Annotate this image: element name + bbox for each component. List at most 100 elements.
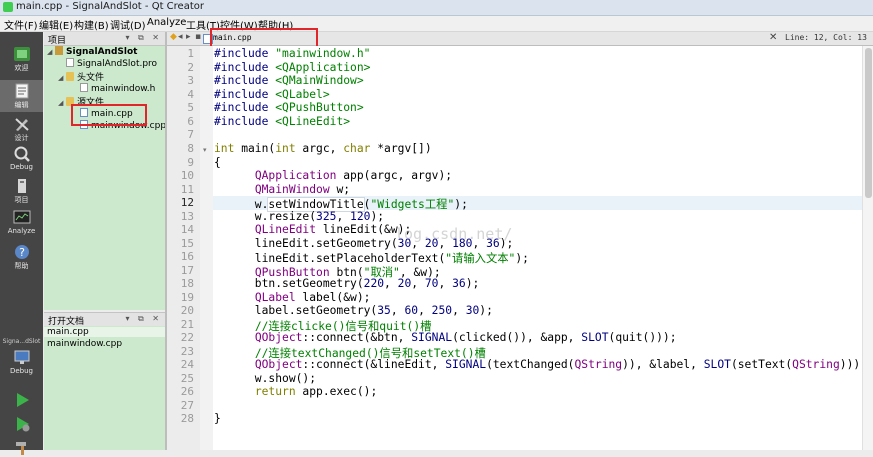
mode-debug[interactable]: Debug bbox=[0, 146, 43, 171]
line-number: 15 bbox=[180, 237, 194, 250]
mode-edit-label: 编辑 bbox=[14, 101, 29, 109]
line-number: 13 bbox=[180, 210, 194, 223]
code-line: w.resize(325, 120); bbox=[214, 210, 385, 223]
open-doc-item[interactable]: mainwindow.cpp bbox=[47, 339, 122, 349]
code-line: #include <QLineEdit> bbox=[214, 115, 351, 128]
mode-analyze[interactable]: Analyze bbox=[0, 210, 43, 235]
title-bar: main.cpp - SignalAndSlot - Qt Creator bbox=[0, 0, 873, 16]
tree-item-label: 头文件 bbox=[77, 73, 105, 83]
line-number: 16 bbox=[180, 250, 194, 263]
project-pane-header: 项目 ▾ ⧉ ✕ bbox=[44, 32, 165, 46]
code-editor[interactable]: #include "mainwindow.h" #include <QAppli… bbox=[213, 46, 862, 450]
mode-design-label: 设计 bbox=[14, 134, 29, 142]
line-number: 23 bbox=[180, 345, 194, 358]
collapse-arrow-icon[interactable]: ◢ bbox=[58, 99, 66, 107]
window-title: main.cpp - SignalAndSlot - Qt Creator bbox=[16, 1, 204, 12]
mode-debug-label: Debug bbox=[9, 163, 34, 171]
tree-item-mainwindow-h[interactable]: mainwindow.h bbox=[80, 83, 155, 94]
mode-edit[interactable]: 编辑 bbox=[0, 80, 43, 112]
tree-item-label: SignalAndSlot bbox=[66, 47, 138, 57]
help-icon: ? bbox=[14, 245, 29, 259]
build-button[interactable] bbox=[0, 440, 43, 457]
code-line: int main(int argc, char *argv[]) bbox=[214, 142, 432, 155]
line-number: 21 bbox=[180, 318, 194, 331]
open-documents-list: main.cpp mainwindow.cpp bbox=[44, 326, 165, 450]
hammer-icon bbox=[15, 442, 26, 455]
code-line: return app.exec(); bbox=[254, 385, 378, 398]
line-number: 25 bbox=[180, 372, 194, 385]
line-number: 20 bbox=[180, 304, 194, 317]
line-number: 1 bbox=[187, 47, 194, 60]
line-number: 27 bbox=[180, 399, 194, 412]
fold-marker-icon[interactable]: ▾ bbox=[203, 146, 207, 154]
code-line: } bbox=[214, 412, 221, 425]
code-line: btn.setGeometry(220, 20, 70, 36); bbox=[214, 277, 480, 290]
highlight-main-cpp-tree bbox=[71, 104, 147, 126]
folder-icon bbox=[66, 72, 74, 81]
project-icon bbox=[55, 46, 63, 55]
line-number: 12 bbox=[180, 196, 194, 209]
fold-column: ▾ bbox=[200, 46, 214, 450]
tree-item-project[interactable]: ◢ SignalAndSlot bbox=[47, 46, 137, 57]
debug-run-button[interactable] bbox=[0, 416, 43, 433]
code-line: #include <QLabel> bbox=[214, 88, 330, 101]
line-number: 2 bbox=[187, 61, 194, 74]
vertical-scrollbar[interactable] bbox=[862, 46, 873, 450]
code-line: QLineEdit lineEdit(&w); bbox=[254, 223, 412, 236]
mode-bar: 欢迎 编辑 设计 Debug 项目 Analyze ? 帮助 Signa...d… bbox=[0, 32, 43, 455]
line-number: 28 bbox=[180, 412, 194, 425]
header-file-icon bbox=[80, 83, 88, 92]
tree-item-headers-folder[interactable]: ◢ 头文件 bbox=[58, 70, 104, 83]
open-documents-header: 打开文档 ▾ ⧉ ✕ bbox=[44, 312, 165, 327]
mode-help[interactable]: ? 帮助 bbox=[0, 244, 43, 271]
run-button[interactable] bbox=[0, 392, 43, 409]
open-documents-buttons[interactable]: ▾ ⧉ ✕ bbox=[125, 314, 162, 324]
project-pane-title[interactable]: 项目 bbox=[48, 33, 66, 46]
menu-build[interactable]: 构建(B) bbox=[74, 17, 109, 32]
edit-icon bbox=[15, 83, 28, 99]
design-icon bbox=[14, 118, 29, 131]
menu-edit[interactable]: 编辑(E) bbox=[39, 17, 73, 32]
menu-analyze[interactable]: Analyze bbox=[147, 17, 186, 28]
code-line: label.setGeometry(35, 60, 250, 30); bbox=[214, 304, 493, 317]
menu-file[interactable]: 文件(F) bbox=[4, 17, 38, 32]
line-number: 4 bbox=[187, 88, 194, 101]
code-line: #include "mainwindow.h" bbox=[214, 47, 371, 60]
mode-welcome[interactable]: 欢迎 bbox=[0, 46, 43, 73]
line-number: 5 bbox=[187, 101, 194, 114]
line-number: 18 bbox=[180, 277, 194, 290]
mode-design[interactable]: 设计 bbox=[0, 116, 43, 143]
line-number: 14 bbox=[180, 223, 194, 236]
menu-debug[interactable]: 调试(D) bbox=[110, 17, 146, 32]
debug-icon bbox=[14, 146, 30, 162]
line-number: 11 bbox=[180, 183, 194, 196]
collapse-arrow-icon[interactable]: ◢ bbox=[58, 74, 66, 82]
collapse-arrow-icon[interactable]: ◢ bbox=[47, 48, 55, 56]
close-document-icon[interactable]: ✕ bbox=[769, 32, 777, 43]
line-number: 10 bbox=[180, 169, 194, 182]
project-pane-buttons[interactable]: ▾ ⧉ ✕ bbox=[125, 33, 162, 43]
line-number: 19 bbox=[180, 291, 194, 304]
mode-projects[interactable]: 项目 bbox=[0, 178, 43, 205]
kit-project-name: Signa...dSlot bbox=[2, 338, 41, 345]
mode-projects-label: 项目 bbox=[14, 196, 29, 204]
line-number: 7 bbox=[187, 128, 194, 141]
scrollbar-thumb[interactable] bbox=[865, 48, 872, 198]
cursor-position: Line: 12, Col: 13 bbox=[785, 33, 867, 42]
line-number: 24 bbox=[180, 358, 194, 371]
mode-analyze-label: Analyze bbox=[7, 227, 36, 235]
tree-item-pro-file[interactable]: SignalAndSlot.pro bbox=[66, 58, 157, 69]
code-line: w.show(); bbox=[214, 372, 317, 385]
bookmark-icon[interactable]: ◆ bbox=[170, 32, 177, 42]
nav-back-icon[interactable]: ◂ bbox=[178, 32, 183, 42]
code-line: #include <QPushButton> bbox=[214, 101, 364, 114]
mode-welcome-label: 欢迎 bbox=[14, 64, 29, 72]
projects-icon bbox=[17, 179, 26, 193]
kit-selector[interactable]: Debug bbox=[0, 350, 43, 375]
line-number: 9 bbox=[187, 156, 194, 169]
nav-forward-icon[interactable]: ▸ bbox=[186, 32, 191, 42]
open-doc-item[interactable]: main.cpp bbox=[44, 327, 165, 337]
svg-text:?: ? bbox=[19, 246, 25, 259]
line-number: 3 bbox=[187, 74, 194, 87]
code-line: { bbox=[214, 156, 221, 169]
